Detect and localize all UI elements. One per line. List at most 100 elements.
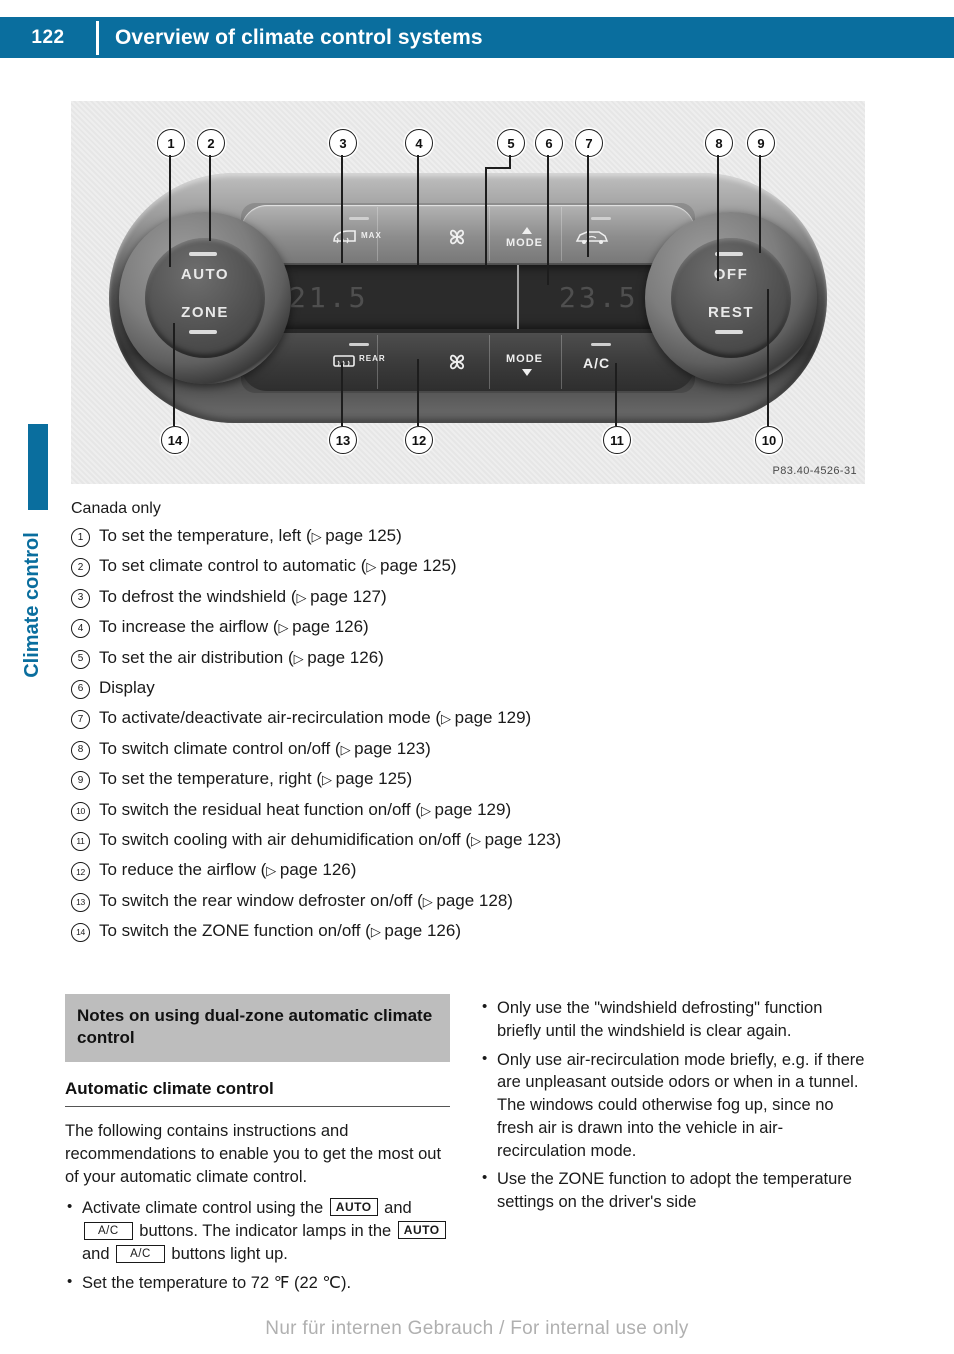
page-ref-arrow-icon: ▷	[340, 741, 355, 757]
page-reference: page 125)	[380, 556, 457, 576]
callout-2: 2	[197, 129, 225, 157]
leader-5b	[485, 167, 511, 169]
legend-item-text: To set the temperature, left (▷ page 125…	[99, 526, 402, 545]
legend-item-text: To set climate control to automatic (▷ p…	[99, 556, 457, 576]
leader-14	[173, 323, 175, 426]
bullet-activate-part1: Activate climate control using the	[82, 1199, 324, 1218]
legend-number-circle: 9	[71, 771, 90, 791]
mode-up-label: MODE	[506, 237, 543, 249]
page-ref-arrow-icon: ▷	[470, 832, 485, 848]
legend-item-text: To increase the airflow (▷ page 126)	[99, 617, 369, 637]
note-bullet: Use the ZONE function to adopt the tempe…	[480, 1168, 870, 1214]
button-separator	[489, 207, 490, 261]
mode-down-arrow-icon	[522, 369, 532, 376]
legend-item-text: To reduce the airflow (▷ page 126)	[99, 860, 357, 880]
defrost-max-label: MAX	[361, 231, 382, 240]
page-reference: page 129)	[434, 799, 512, 819]
leader-2	[209, 155, 211, 241]
page-title: Overview of climate control systems	[115, 25, 483, 49]
rear-defrost-label: REAR	[359, 354, 386, 363]
legend-item-number: 3	[71, 585, 99, 608]
page-ref-arrow-icon: ▷	[441, 711, 455, 727]
leader-6	[547, 155, 549, 285]
callout-5: 5	[497, 129, 525, 157]
leader-1	[169, 155, 171, 267]
legend-number-circle: 2	[71, 558, 90, 578]
leader-12	[417, 359, 419, 426]
button-separator	[377, 207, 378, 261]
legend-item-number: 12	[71, 858, 99, 882]
fan-decrease-icon	[449, 354, 465, 370]
callout-11: 11	[603, 426, 631, 454]
off-button-label: OFF	[713, 266, 749, 283]
page-ref-arrow-icon: ▷	[322, 772, 336, 788]
legend-number-circle: 13	[71, 892, 90, 912]
auto-inline-button-1: AUTO	[329, 1198, 378, 1217]
display-temp-right: 23.5	[559, 281, 639, 314]
right-knob-lower-lamp	[715, 330, 743, 334]
legend-item-text: To switch the rear window defroster on/o…	[99, 890, 513, 910]
rest-button-label: REST	[707, 304, 754, 321]
legend-item-text: To switch the residual heat function on/…	[99, 799, 512, 819]
ac-inline-button-2: A/C	[116, 1245, 165, 1264]
legend-item-number: 5	[71, 646, 99, 669]
fan-increase-icon	[449, 229, 465, 245]
right-knob-upper-lamp	[715, 252, 743, 256]
callout-12: 12	[405, 426, 433, 454]
legend-item: 9 To set the temperature, right (▷ page 1…	[71, 767, 771, 797]
legend-item-text: To switch climate control on/off (▷ page…	[99, 738, 431, 758]
legend-item: 3 To defrost the windshield (▷ page 127)	[71, 585, 771, 615]
page-ref-arrow-icon: ▷	[266, 863, 280, 879]
callout-1: 1	[157, 129, 185, 157]
legend-item-text: To switch the ZONE function on/off (▷ pa…	[99, 921, 461, 941]
legend-item-text: Display	[99, 677, 155, 697]
legend-item: 1 To set the temperature, left (▷ page 12…	[71, 524, 771, 554]
bullet-temperature: Set the temperature to 72 ℉ (22 ℃).	[65, 1272, 450, 1295]
legend-item-number: 6	[71, 676, 99, 699]
recirculation-indicator-lamp	[591, 217, 611, 220]
page-reference: page 127)	[310, 586, 387, 606]
notes-sub-heading: Automatic climate control	[65, 1079, 450, 1108]
legend-item-number: 2	[71, 554, 99, 578]
legend-item-text: To switch cooling with air dehumidificat…	[99, 829, 562, 849]
leader-5c	[485, 167, 487, 269]
left-knob-lower-lamp	[189, 330, 217, 334]
leader-9	[759, 155, 761, 253]
notes-paragraph: The following contains instructions and …	[65, 1122, 442, 1186]
note-bullet: Only use air-recirculation mode briefly,…	[480, 1049, 870, 1163]
callout-9: 9	[747, 129, 775, 157]
callout-6: 6	[535, 129, 563, 157]
right-temperature-knob[interactable]: OFF REST	[645, 212, 817, 384]
callout-4: 4	[405, 129, 433, 157]
button-separator	[561, 335, 562, 389]
legend-item: 8 To switch climate control on/off (▷ pag…	[71, 737, 771, 767]
legend-item-number: 8	[71, 737, 99, 760]
notes-left-column: Notes on using dual-zone automatic clima…	[65, 994, 450, 1301]
legend-list: 1 To set the temperature, left (▷ page 12…	[71, 524, 771, 949]
page-reference: page 125)	[325, 526, 402, 545]
bullet-activate: Activate climate control using the AUTO …	[65, 1197, 450, 1265]
auto-inline-button-2: AUTO	[397, 1221, 446, 1240]
page-reference: page 129)	[454, 708, 532, 728]
bullet-activate-part2: and	[384, 1199, 412, 1218]
left-knob-upper-lamp	[189, 252, 217, 256]
button-separator	[561, 207, 562, 261]
page-reference: page 126)	[279, 860, 357, 880]
page-ref-arrow-icon: ▷	[420, 802, 435, 818]
page-ref-arrow-icon: ▷	[278, 620, 293, 636]
left-temperature-knob[interactable]: AUTO ZONE	[119, 212, 291, 384]
auto-button-label: AUTO	[180, 266, 230, 283]
page-number: 122	[31, 26, 65, 48]
callout-14: 14	[161, 426, 189, 454]
legend-number-circle: 6	[71, 679, 90, 699]
ac-button-label: A/C	[583, 355, 611, 371]
legend-number-circle: 12	[71, 862, 90, 882]
figure-photo-id: P83.40-4526-31	[772, 465, 857, 477]
legend-item-text: To defrost the windshield (▷ page 127)	[99, 586, 387, 606]
leader-7	[587, 155, 589, 257]
legend-item-number: 4	[71, 615, 99, 639]
leader-13	[341, 363, 343, 426]
page-ref-arrow-icon: ▷	[370, 924, 385, 940]
legend-item: 4 To increase the airflow (▷ page 126)	[71, 615, 771, 645]
windshield-defrost-icon	[333, 230, 356, 244]
